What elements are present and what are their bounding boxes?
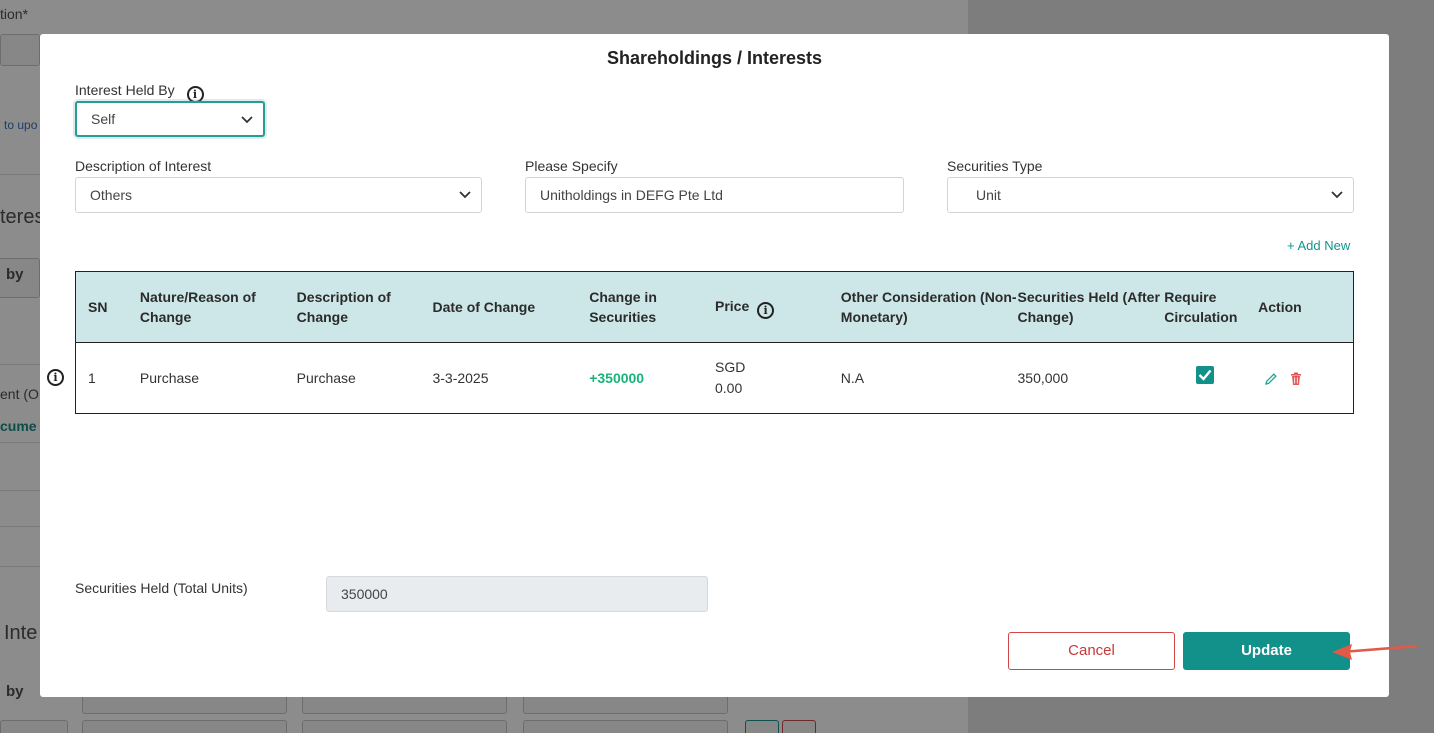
col-description: Description of Change (296, 289, 391, 325)
total-units-input: 350000 (326, 576, 708, 612)
interest-held-by-value: Self (91, 111, 116, 127)
cell-require-circulation (1164, 366, 1258, 390)
annotation-arrow-icon (1332, 644, 1419, 660)
row-info-icon-wrap: i (47, 365, 64, 386)
check-icon (1198, 369, 1212, 381)
col-sn: SN (88, 299, 108, 315)
col-change: Change in Securities (589, 289, 657, 325)
please-specify-input[interactable]: Unitholdings in DEFG Pte Ltd (525, 177, 904, 213)
add-new-link[interactable]: + Add New (1287, 238, 1350, 253)
cell-nature: Purchase (139, 369, 200, 386)
bg-field (523, 720, 728, 733)
interest-held-by-select[interactable]: Self (75, 101, 265, 137)
update-button[interactable]: Update (1183, 632, 1350, 670)
trash-icon[interactable] (1290, 372, 1302, 386)
col-action: Action (1258, 299, 1302, 315)
col-price: Price i (715, 296, 841, 319)
edit-icon[interactable] (1264, 372, 1278, 386)
col-require-circulation: Require Circulation (1164, 289, 1238, 325)
bg-text-7: Inte (4, 622, 38, 644)
cancel-button[interactable]: Cancel (1008, 632, 1175, 670)
info-icon[interactable]: i (757, 301, 775, 319)
interest-held-by-label-text: Interest Held By (75, 82, 175, 98)
require-circulation-checkbox[interactable] (1196, 366, 1215, 384)
description-of-interest-value: Others (90, 187, 133, 203)
interest-held-by-label: Interest Held By i (75, 82, 204, 103)
chevron-down-icon (241, 116, 253, 124)
col-price-label: Price (715, 297, 750, 314)
shareholdings-modal: Shareholdings / Interests Interest Held … (40, 34, 1389, 697)
col-date: Date of Change (432, 299, 536, 315)
interests-table: SN Nature/Reason of Change Description o… (75, 271, 1354, 414)
price-currency: SGD (715, 359, 746, 375)
bg-text-6: cume (0, 418, 37, 434)
cell-change: +350000 (589, 369, 645, 386)
bg-field (0, 34, 40, 66)
securities-type-select[interactable]: Unit (947, 177, 1354, 213)
table-row: 1 Purchase Purchase 3-3-2025 +350000 SGD… (76, 343, 1353, 413)
cell-description: Purchase (296, 369, 356, 386)
cell-action (1258, 368, 1353, 389)
modal-title: Shareholdings / Interests (606, 48, 823, 68)
table-header: SN Nature/Reason of Change Description o… (76, 272, 1353, 343)
bg-field (82, 720, 287, 733)
description-of-interest-label: Description of Interest (75, 158, 212, 174)
total-units-label: Securities Held (Total Units) (75, 580, 248, 596)
info-icon[interactable]: i (47, 369, 64, 386)
please-specify-label: Please Specify (525, 158, 618, 174)
bg-text-2: to upo (4, 118, 38, 132)
chevron-down-icon (1331, 191, 1343, 199)
bg-text-5: ent (O (0, 386, 39, 402)
cell-other-consideration: N.A (840, 369, 865, 386)
description-of-interest-select[interactable]: Others (75, 177, 482, 213)
cell-sn: 1 (88, 369, 96, 386)
col-nature: Nature/Reason of Change (139, 289, 256, 325)
cell-price: SGD 0.00 (715, 357, 841, 399)
cell-date: 3-3-2025 (432, 369, 489, 386)
bg-text-4: by (6, 266, 24, 283)
chevron-down-icon (459, 191, 471, 199)
bg-text-3: teres (0, 206, 45, 228)
col-other-consideration: Other Consideration (Non-Monetary) (840, 289, 1017, 325)
bg-field (0, 720, 68, 733)
bg-button (782, 720, 816, 733)
securities-type-label: Securities Type (947, 158, 1043, 174)
bg-field (302, 720, 507, 733)
cell-securities-held: 350,000 (1017, 369, 1069, 386)
col-securities-held: Securities Held (After Change) (1017, 289, 1160, 325)
price-value: 0.00 (715, 380, 743, 396)
securities-type-value: Unit (976, 187, 1001, 203)
bg-text-8: by (6, 683, 24, 700)
bg-button (745, 720, 779, 733)
bg-text-1: tion* (0, 6, 29, 22)
